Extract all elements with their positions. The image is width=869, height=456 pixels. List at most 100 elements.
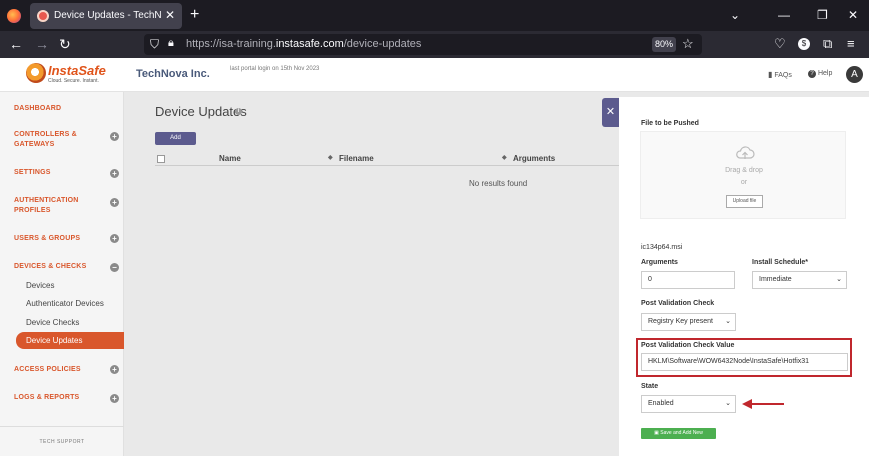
- sidebar-subitem-device-updates[interactable]: Device Updates: [16, 332, 124, 349]
- arguments-input[interactable]: 0: [641, 271, 735, 289]
- cloud-upload-icon: [736, 146, 755, 159]
- window-close-icon[interactable]: ✕: [848, 8, 858, 22]
- logo-tagline: Cloud. Secure. Instant.: [48, 78, 99, 84]
- column-name[interactable]: Name: [219, 154, 241, 163]
- state-select[interactable]: Enabled ⌄: [641, 395, 736, 413]
- collapse-minus-icon[interactable]: −: [110, 263, 119, 272]
- sidebar-item-access-policies[interactable]: ACCESS POLICIES: [14, 365, 81, 375]
- sort-icon[interactable]: ◆: [502, 154, 507, 161]
- file-dropzone[interactable]: Drag & drop or Upload file: [640, 131, 846, 219]
- zoom-indicator[interactable]: 80%: [652, 37, 676, 52]
- account-icon[interactable]: $: [798, 38, 810, 50]
- expand-plus-icon[interactable]: +: [110, 365, 119, 374]
- minimize-icon[interactable]: —: [778, 8, 790, 22]
- no-results-text: No results found: [469, 179, 528, 188]
- sidebar-item-controllers[interactable]: CONTROLLERS & GATEWAYS: [14, 130, 94, 150]
- avatar[interactable]: A: [846, 66, 863, 83]
- close-panel-icon[interactable]: ✕: [602, 98, 619, 127]
- back-icon[interactable]: ←: [9, 36, 23, 52]
- new-tab-icon[interactable]: +: [190, 6, 199, 24]
- expand-plus-icon[interactable]: +: [110, 394, 119, 403]
- sidebar-item-devices-checks[interactable]: DEVICES & CHECKS: [14, 262, 86, 272]
- post-validation-check-value-input[interactable]: HKLM\Software\WOW6432Node\InstaSafe\Hotf…: [641, 353, 848, 371]
- column-arguments[interactable]: Arguments: [513, 154, 555, 163]
- maximize-icon[interactable]: ❐: [817, 8, 828, 22]
- sidebar-item-authentication[interactable]: AUTHENTICATION PROFILES: [14, 196, 94, 216]
- save-icon: ▣: [654, 430, 659, 436]
- install-schedule-label: Install Schedule*: [752, 259, 809, 266]
- browser-nav-bar: ← → ↻ ⛉ 🔒︎ https://isa-training.instasaf…: [0, 31, 869, 58]
- tab-favicon-icon: [37, 10, 49, 22]
- forward-icon[interactable]: →: [35, 36, 49, 52]
- pocket-icon[interactable]: ♡: [774, 36, 786, 52]
- company-name: TechNova Inc.: [136, 68, 210, 80]
- sidebar-item-dashboard[interactable]: DASHBOARD: [14, 104, 61, 114]
- app-header: InstaSafe Cloud. Secure. Instant. TechNo…: [0, 58, 869, 92]
- chevron-down-icon: ⌄: [725, 400, 731, 407]
- tech-support-link[interactable]: TECH SUPPORT: [0, 426, 124, 456]
- or-text: or: [740, 179, 748, 186]
- tab-list-chevron-icon[interactable]: ⌄: [730, 8, 740, 22]
- sidebar-subitem-device-checks[interactable]: Device Checks: [26, 318, 79, 327]
- red-arrow-annotation-icon: [742, 399, 784, 409]
- install-schedule-value: Immediate: [759, 276, 792, 283]
- sort-icon[interactable]: ◆: [328, 154, 333, 161]
- info-icon[interactable]: i: [235, 108, 242, 115]
- expand-plus-icon[interactable]: +: [110, 169, 119, 178]
- tab-close-icon[interactable]: ✕: [165, 8, 175, 22]
- sidebar-item-logs-reports[interactable]: LOGS & REPORTS: [14, 393, 79, 403]
- add-button[interactable]: Add: [155, 132, 196, 145]
- save-label: Save and Add New: [660, 430, 703, 436]
- expand-plus-icon[interactable]: +: [110, 234, 119, 243]
- help-label: Help: [817, 70, 833, 77]
- last-login-text: last portal login on 15th Nov 2023: [230, 66, 320, 72]
- sidebar-subitem-label: Device Updates: [26, 336, 83, 345]
- expand-plus-icon[interactable]: +: [110, 132, 119, 141]
- logo-text: InstaSafe: [48, 63, 106, 78]
- url-text[interactable]: https://isa-training.instasafe.com/devic…: [186, 38, 421, 50]
- post-validation-check-value: Registry Key present: [648, 318, 713, 325]
- state-value: Enabled: [648, 400, 674, 407]
- selected-filename: ic134p64.msi: [641, 244, 683, 251]
- save-and-add-new-button[interactable]: ▣ Save and Add New: [641, 428, 716, 439]
- firefox-icon[interactable]: [7, 9, 21, 23]
- help-icon: ?: [808, 70, 816, 78]
- lock-icon[interactable]: 🔒︎: [168, 37, 174, 50]
- address-bar[interactable]: ⛉ 🔒︎ https://isa-training.instasafe.com/…: [144, 34, 702, 55]
- browser-tab[interactable]: Device Updates - TechNova Inc. ✕: [30, 3, 182, 29]
- sidebar-item-settings[interactable]: SETTINGS: [14, 168, 51, 178]
- sidebar-subitem-authenticator-devices[interactable]: Authenticator Devices: [26, 299, 104, 308]
- shield-icon[interactable]: ⛉: [150, 37, 159, 52]
- select-all-checkbox[interactable]: [157, 155, 165, 163]
- browser-tab-bar: Device Updates - TechNova Inc. ✕ + ⌄ — ❐…: [0, 0, 869, 31]
- arguments-label: Arguments: [641, 259, 678, 266]
- table-header: Name ◆ Filename ◆ Arguments: [155, 152, 625, 166]
- post-validation-check-label: Post Validation Check: [641, 300, 715, 307]
- menu-icon[interactable]: ≡: [847, 36, 855, 51]
- column-filename[interactable]: Filename: [339, 154, 374, 163]
- extensions-icon[interactable]: ⧉: [823, 36, 832, 52]
- bookmark-star-icon[interactable]: ☆: [682, 36, 694, 52]
- drag-drop-text: Drag & drop: [725, 167, 763, 174]
- help-link[interactable]: ? Help: [808, 70, 832, 78]
- sidebar-subitem-devices[interactable]: Devices: [26, 281, 54, 290]
- post-validation-check-value-label: Post Validation Check Value: [641, 342, 735, 349]
- chevron-down-icon: ⌄: [725, 318, 731, 325]
- file-label: File to be Pushed: [641, 120, 699, 127]
- sidebar-item-users-groups[interactable]: USERS & GROUPS: [14, 234, 80, 244]
- install-schedule-select[interactable]: Immediate ⌄: [752, 271, 847, 289]
- page-title: Device Updates: [155, 104, 247, 119]
- chat-icon: ▮: [768, 70, 773, 79]
- faqs-link[interactable]: ▮ FAQs: [768, 70, 792, 79]
- reload-icon[interactable]: ↻: [59, 36, 71, 53]
- post-validation-check-select[interactable]: Registry Key present ⌄: [641, 313, 736, 331]
- faqs-label: FAQs: [774, 72, 792, 79]
- instasafe-logo[interactable]: InstaSafe Cloud. Secure. Instant.: [26, 63, 106, 87]
- chevron-down-icon: ⌄: [836, 276, 842, 283]
- sidebar: DASHBOARD CONTROLLERS & GATEWAYS + SETTI…: [0, 92, 124, 456]
- state-label: State: [641, 383, 659, 390]
- logo-circle-icon: [26, 63, 46, 83]
- expand-plus-icon[interactable]: +: [110, 198, 119, 207]
- tab-title: Device Updates - TechNova Inc.: [54, 10, 162, 21]
- upload-file-button[interactable]: Upload file: [726, 195, 763, 208]
